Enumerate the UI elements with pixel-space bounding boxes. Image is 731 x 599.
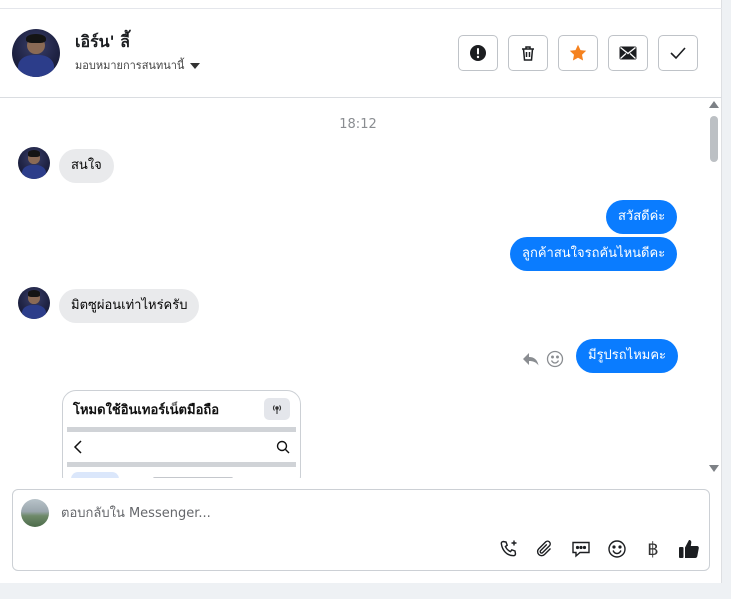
- divider: [67, 462, 296, 467]
- composer-toolbar: ฿: [497, 537, 701, 561]
- message-bubble-outgoing: สวัสดีค่ะ: [606, 200, 678, 234]
- attach-file-button[interactable]: [533, 537, 557, 561]
- message-bubble-outgoing: มีรูปรถไหมคะ: [576, 339, 679, 373]
- mail-icon: [619, 46, 637, 60]
- phone-plus-icon: [500, 540, 517, 557]
- check-icon: [670, 47, 686, 60]
- hotspot-icon: [264, 398, 290, 420]
- scroll-down-icon[interactable]: [709, 465, 719, 472]
- sender-avatar[interactable]: [18, 147, 50, 179]
- message-timestamp: 18:12: [339, 117, 377, 132]
- star-icon: [569, 44, 587, 61]
- like-button[interactable]: [677, 537, 701, 561]
- shared-image-card[interactable]: โหมดใช้อินเทอร์เน็ตมือถือ: [62, 390, 301, 478]
- saved-replies-button[interactable]: [569, 537, 593, 561]
- card-title: โหมดใช้อินเทอร์เน็ตมือถือ: [73, 402, 220, 418]
- trash-icon: [522, 46, 534, 61]
- assign-label: มอบหมายการสนทนานี้: [75, 59, 185, 72]
- assign-conversation-dropdown[interactable]: มอบหมายการสนทนานี้: [75, 56, 201, 74]
- page-avatar: [21, 499, 49, 527]
- message-actions: [522, 350, 564, 368]
- react-emoji-icon[interactable]: [546, 350, 564, 368]
- scroll-up-icon[interactable]: [709, 101, 719, 108]
- scrollbar-thumb[interactable]: [710, 116, 718, 162]
- sender-avatar[interactable]: [18, 287, 50, 319]
- message-bubble-outgoing: ลูกค้าสนใจรถคันไหนดีคะ: [510, 237, 678, 271]
- reply-input[interactable]: [61, 502, 661, 524]
- request-payment-button[interactable]: ฿: [641, 537, 665, 561]
- baht-icon: ฿: [647, 538, 659, 560]
- conversation-panel: เอิร์น' ลี้ มอบหมายการสนทนานี้ 18:12 สนใ…: [0, 0, 722, 583]
- contact-avatar[interactable]: [12, 29, 60, 77]
- emoji-button[interactable]: [605, 537, 629, 561]
- scrollbar[interactable]: [708, 101, 720, 475]
- card-tab: [71, 472, 119, 478]
- delete-button[interactable]: [508, 35, 548, 71]
- thumbs-up-icon: [679, 540, 699, 558]
- add-call-button[interactable]: [497, 537, 521, 561]
- caret-down-icon: [190, 62, 201, 69]
- star-button[interactable]: [558, 35, 598, 71]
- search-icon: [276, 440, 290, 454]
- card-tab-row: [153, 477, 233, 478]
- reply-composer: ฿: [12, 489, 710, 571]
- message-bubble-incoming: สนใจ: [59, 149, 114, 183]
- contact-name[interactable]: เอิร์น' ลี้: [75, 30, 130, 55]
- paperclip-icon: [536, 540, 551, 557]
- mark-done-button[interactable]: [658, 35, 698, 71]
- chat-dots-icon: [572, 541, 590, 558]
- message-thread[interactable]: 18:12 สนใจ สวัสดีค่ะ ลูกค้าสนใจรถคันไหนด…: [0, 98, 722, 478]
- mark-unread-button[interactable]: [608, 35, 648, 71]
- header-actions: [458, 35, 698, 71]
- reply-icon[interactable]: [522, 351, 540, 367]
- emoji-icon: [608, 540, 626, 558]
- alert-icon: [470, 45, 486, 61]
- message-bubble-incoming: มิตซูผ่อนเท่าไหร่ครับ: [59, 289, 200, 323]
- back-arrow-icon: [73, 440, 82, 454]
- conversation-header: เอิร์น' ลี้ มอบหมายการสนทนานี้: [0, 9, 722, 98]
- report-button[interactable]: [458, 35, 498, 71]
